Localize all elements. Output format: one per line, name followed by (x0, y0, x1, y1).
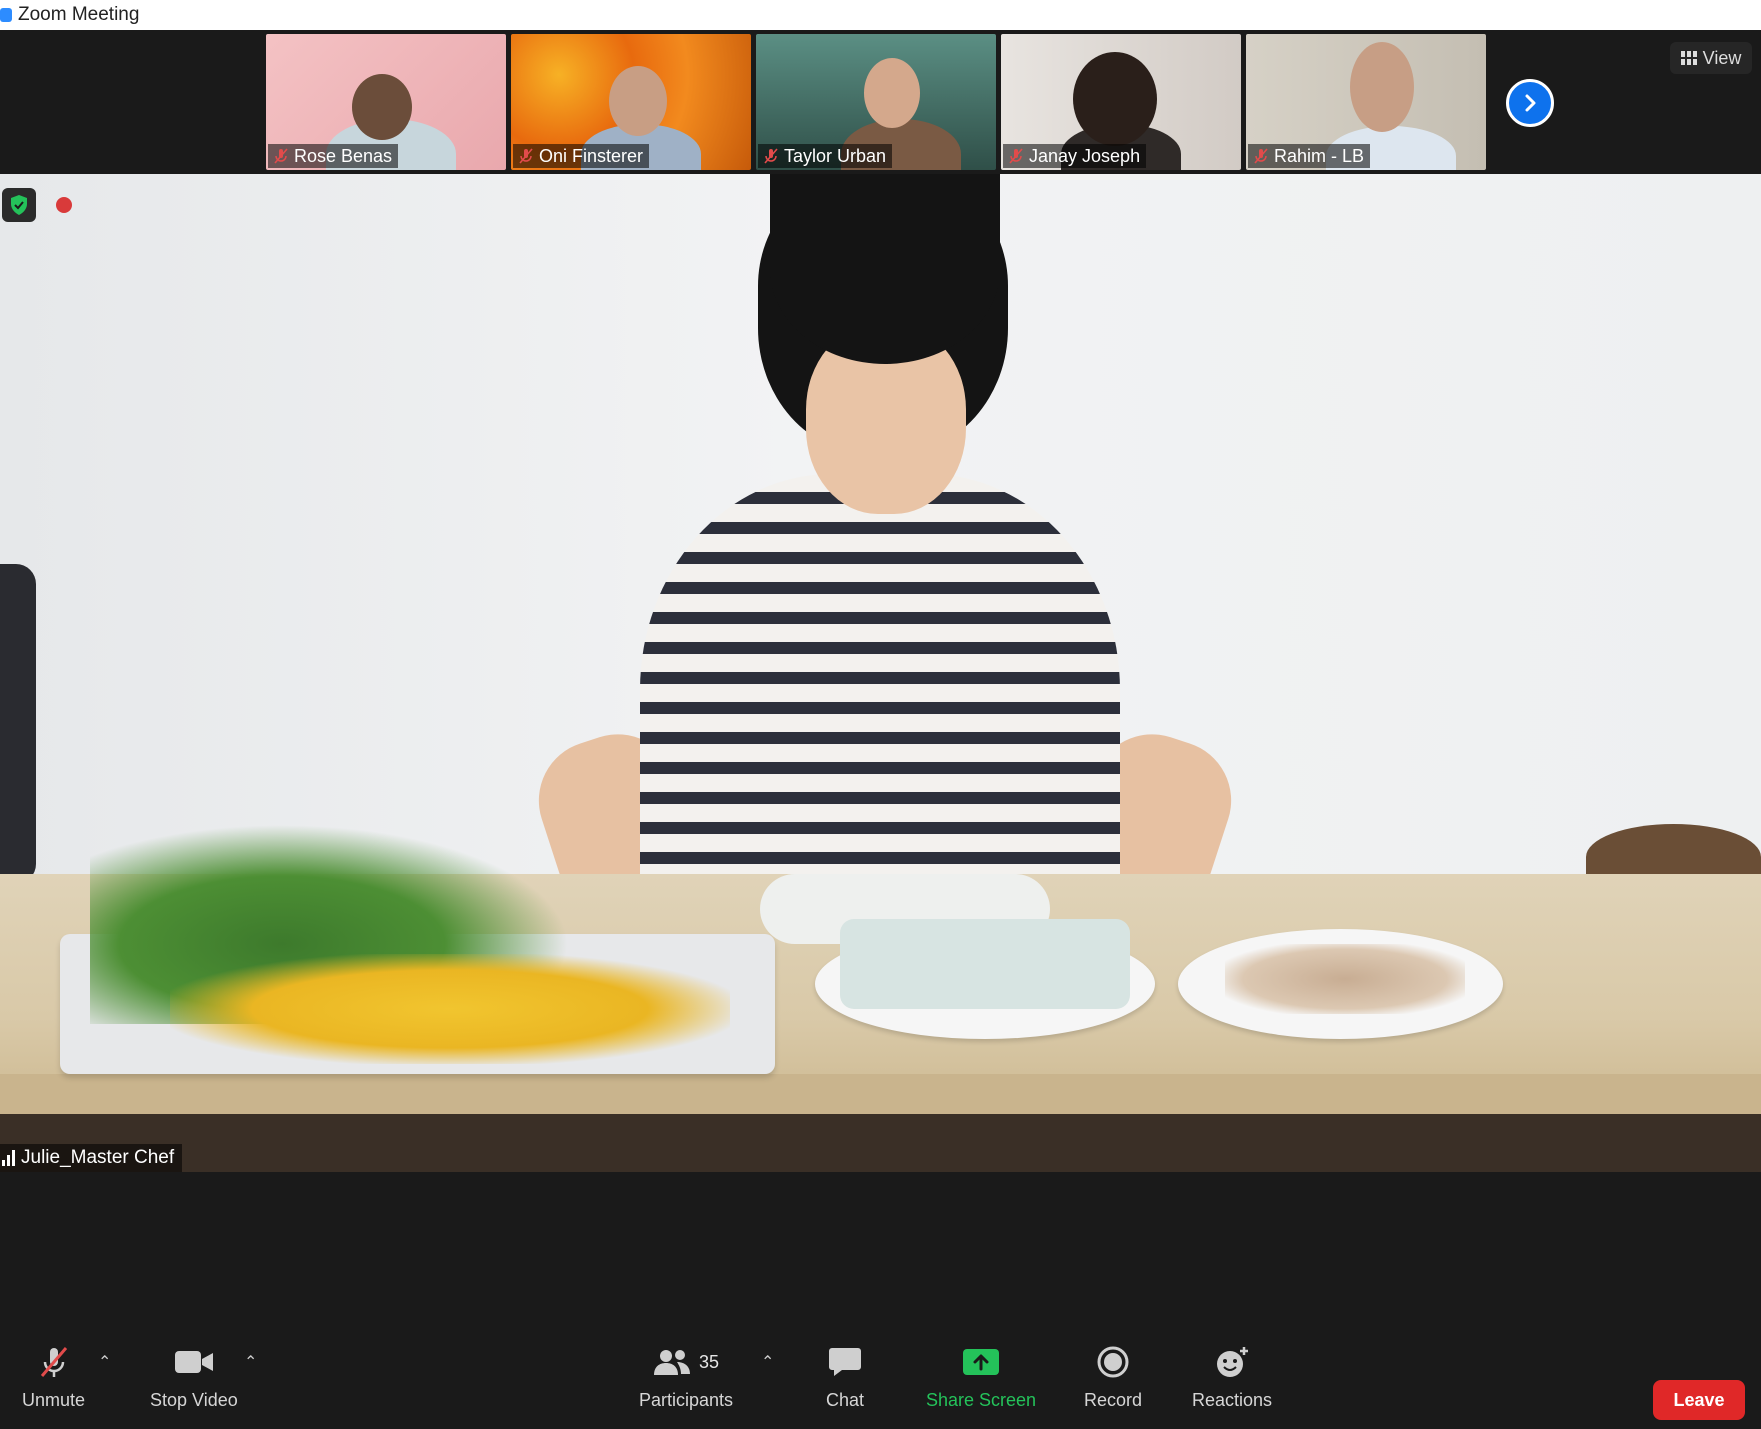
participants-label: Participants (639, 1390, 734, 1410)
participant-name: Rose Benas (294, 145, 393, 166)
chat-icon (829, 1348, 862, 1376)
shield-icon (11, 195, 27, 215)
window-title: Zoom Meeting (18, 4, 140, 25)
meeting-toolbar: Unmute ⌃ Stop Video ⌃ 35 Participants ⌃ … (0, 1340, 1761, 1429)
muted-mic-icon (519, 148, 533, 164)
video-scene (0, 1114, 1761, 1172)
video-scene (840, 919, 1130, 1009)
record-label: Record (1084, 1390, 1143, 1410)
video-camera-icon (174, 1351, 213, 1373)
participant-count: 35 (699, 1351, 720, 1372)
view-button[interactable]: View (1670, 42, 1752, 74)
unmute-label: Unmute (22, 1390, 86, 1410)
participant-figure (609, 66, 667, 136)
participant-thumb-2[interactable]: Oni Finsterer (511, 34, 751, 170)
encryption-shield-icon[interactable] (2, 188, 36, 222)
gallery-grid-icon (1680, 51, 1697, 65)
participant-nameplate: Taylor Urban (758, 144, 893, 168)
participants-icon (654, 1350, 690, 1375)
participants-options-chevron-icon[interactable]: ⌃ (761, 1352, 774, 1372)
window-titlebar: Zoom Meeting (0, 0, 1761, 30)
participants-button[interactable]: 35 Participants (639, 1340, 733, 1411)
video-options-chevron-icon[interactable]: ⌃ (244, 1352, 257, 1372)
reactions-label: Reactions (1192, 1390, 1273, 1410)
participant-nameplate: Rahim - LB (1248, 144, 1371, 168)
video-scene (0, 1074, 1761, 1114)
participant-thumb-4[interactable]: Janay Joseph (1001, 34, 1241, 170)
chat-button[interactable]: Chat (826, 1340, 864, 1411)
participant-name: Janay Joseph (1029, 145, 1141, 166)
stop-video-button[interactable]: Stop Video (150, 1340, 238, 1411)
participant-name: Oni Finsterer (539, 145, 644, 166)
participant-name: Taylor Urban (784, 145, 887, 166)
participant-figure (352, 74, 412, 140)
share-screen-icon (963, 1349, 1000, 1375)
reactions-button[interactable]: Reactions (1192, 1340, 1272, 1411)
chevron-right-icon (1525, 94, 1536, 112)
participant-figure (864, 58, 920, 128)
participant-thumb-3[interactable]: Taylor Urban (756, 34, 996, 170)
participant-figure (1073, 52, 1157, 146)
record-button[interactable]: Record (1084, 1340, 1142, 1411)
muted-mic-icon (764, 148, 778, 164)
muted-mic-icon (1009, 148, 1023, 164)
participant-thumb-1[interactable]: Rose Benas (266, 34, 506, 170)
next-page-button[interactable] (1506, 79, 1554, 127)
audio-level-icon (2, 1150, 15, 1166)
video-scene (0, 564, 36, 884)
share-screen-button[interactable]: Share Screen (926, 1340, 1036, 1411)
participant-nameplate: Rose Benas (268, 144, 399, 168)
record-icon (1097, 1346, 1129, 1378)
video-scene (770, 174, 1000, 364)
participant-thumb-5[interactable]: Rahim - LB (1246, 34, 1486, 170)
unmute-button[interactable]: Unmute (22, 1340, 85, 1411)
share-screen-label: Share Screen (926, 1390, 1037, 1410)
speaker-name: Julie_Master Chef (21, 1147, 175, 1168)
reactions-icon (1217, 1347, 1249, 1377)
participant-nameplate: Oni Finsterer (513, 144, 650, 168)
video-scene (170, 954, 730, 1064)
view-label: View (1702, 47, 1742, 68)
chat-label: Chat (826, 1390, 865, 1410)
muted-mic-icon (1254, 148, 1268, 164)
video-scene (1225, 944, 1465, 1014)
active-speaker-video: Julie_Master Chef (0, 174, 1761, 1172)
muted-mic-icon (274, 148, 288, 164)
recording-indicator-icon (56, 197, 72, 213)
muted-mic-icon (40, 1347, 67, 1377)
audio-options-chevron-icon[interactable]: ⌃ (98, 1352, 111, 1372)
zoom-app-icon (0, 8, 12, 22)
participant-nameplate: Janay Joseph (1003, 144, 1147, 168)
stop-video-label: Stop Video (150, 1390, 238, 1410)
leave-button[interactable]: Leave (1653, 1380, 1745, 1420)
participant-figure (1350, 42, 1414, 132)
participant-name: Rahim - LB (1274, 145, 1365, 166)
speaker-nameplate: Julie_Master Chef (0, 1144, 183, 1172)
participant-filmstrip: Rose Benas Oni Finsterer Taylor Urban Ja… (0, 30, 1761, 174)
